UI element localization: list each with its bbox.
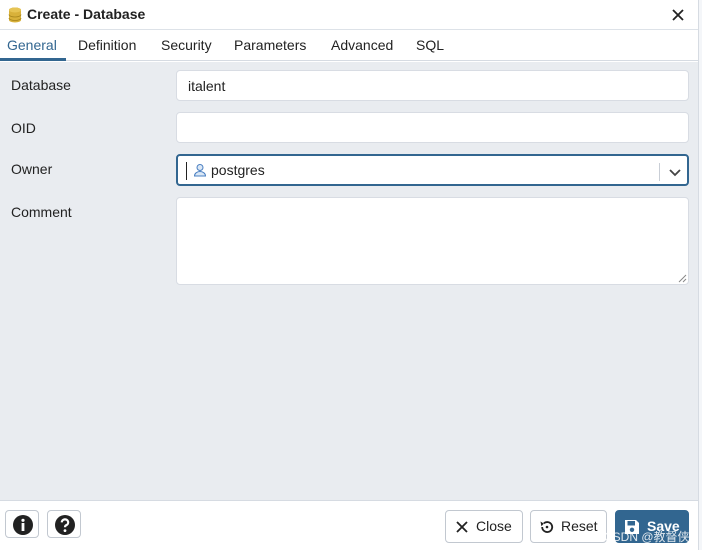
tab-sql[interactable]: SQL [416,37,444,53]
tab-definition[interactable]: Definition [78,37,136,53]
owner-label: Owner [11,161,53,177]
reset-button[interactable]: Reset [530,510,607,543]
text-cursor [186,162,187,180]
background-window-edge [698,0,702,550]
select-separator [659,163,660,181]
reset-icon [540,521,554,533]
oid-label: OID [11,120,36,136]
oid-input[interactable] [176,112,689,143]
dialog-titlebar[interactable]: Create - Database [0,0,698,30]
close-icon [456,521,468,533]
resize-grip-icon[interactable] [677,273,687,283]
tab-general[interactable]: General [7,37,57,53]
help-icon [55,515,75,535]
help-button[interactable] [47,510,81,538]
database-label: Database [11,77,71,93]
owner-value: postgres [211,162,265,178]
create-database-dialog: Create - Database General Definition Sec… [0,0,698,550]
watermark: CSDN @教督侠 [604,530,690,544]
tab-advanced[interactable]: Advanced [331,37,393,53]
info-button[interactable] [5,510,39,538]
comment-textarea[interactable] [176,197,689,285]
tab-bar: General Definition Security Parameters A… [0,31,698,61]
close-icon[interactable] [668,5,688,25]
tab-security[interactable]: Security [161,37,212,53]
comment-label: Comment [11,204,72,220]
close-button[interactable]: Close [445,510,523,543]
chevron-down-icon[interactable] [667,164,683,180]
database-icon [8,7,22,23]
dialog-footer: Close Reset Save [0,500,698,550]
database-name-input[interactable]: italent [176,70,689,101]
active-tab-indicator [0,58,66,61]
database-name-value: italent [188,78,226,94]
user-icon [193,164,207,177]
info-icon [13,515,33,535]
reset-button-label: Reset [561,518,598,534]
dialog-title: Create - Database [27,6,146,22]
general-panel: Database italent OID Owner postgres Comm… [0,62,698,500]
close-button-label: Close [476,518,512,534]
tab-parameters[interactable]: Parameters [234,37,306,53]
owner-select[interactable]: postgres [176,154,689,186]
